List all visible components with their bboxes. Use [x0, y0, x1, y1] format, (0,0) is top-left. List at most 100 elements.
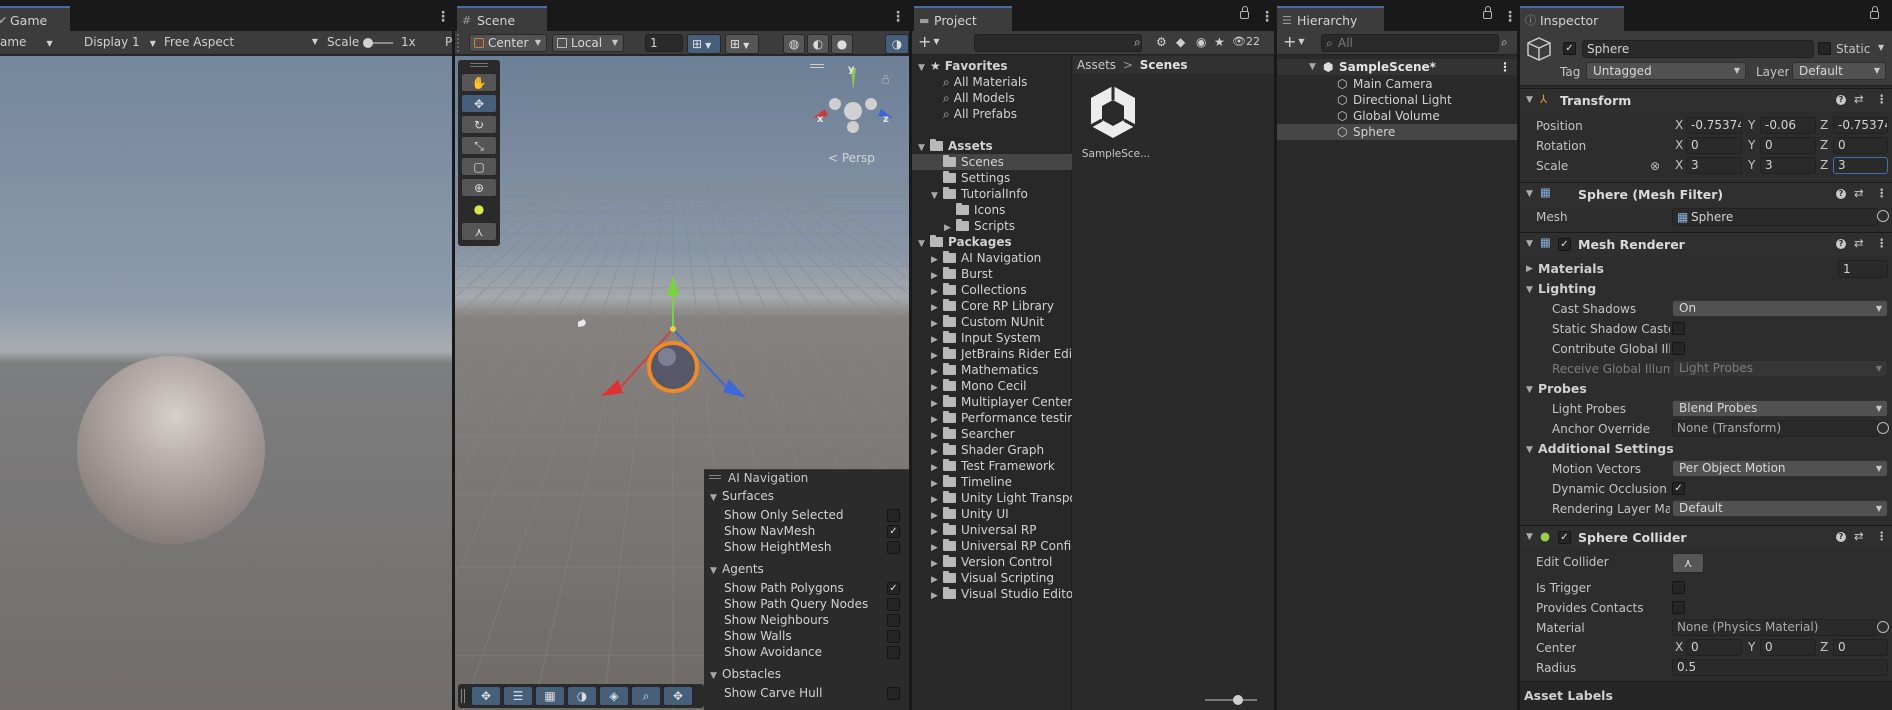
- transform-scale-y[interactable]: 3: [1760, 157, 1816, 174]
- scene-toolbar-grip[interactable]: [457, 34, 462, 52]
- gizmo-x-arrow[interactable]: [601, 380, 623, 396]
- favorites-icon[interactable]: ★: [1214, 35, 1225, 49]
- transform-position-label[interactable]: Position: [1536, 118, 1583, 134]
- chevron-right-icon[interactable]: ▶: [931, 524, 943, 538]
- component-menu-icon[interactable]: ⋮: [1876, 92, 1888, 106]
- chevron-right-icon[interactable]: ▶: [1526, 264, 1533, 274]
- transform-rotation-z[interactable]: 0: [1833, 137, 1888, 154]
- shaded-wire-button[interactable]: ◐: [807, 34, 829, 54]
- chevron-down-icon[interactable]: ▼: [1309, 59, 1321, 75]
- constrain-proportions-icon[interactable]: ⊗: [1650, 158, 1660, 174]
- chevron-down-icon[interactable]: ▼: [918, 236, 930, 250]
- chevron-right-icon[interactable]: ▶: [931, 316, 943, 330]
- ai-nav-option[interactable]: Show Only Selected: [724, 507, 904, 523]
- tab-inspector[interactable]: ⓘ Inspector: [1520, 6, 1624, 31]
- chevron-down-icon[interactable]: ▼: [1526, 385, 1533, 395]
- static-shadow-caster-checkbox[interactable]: [1672, 322, 1685, 335]
- project-tree-item[interactable]: ▶ Mathematics: [912, 362, 1072, 378]
- scene-viewport[interactable]: Y X Z < Persp ✋ ✥ ↻ ⤡ ▢ ⊕ ● ⋏ AI Navigat…: [455, 56, 909, 710]
- cast-shadows-dropdown[interactable]: On ▼: [1672, 300, 1888, 317]
- chevron-down-icon[interactable]: ▼: [931, 188, 943, 202]
- radius-field[interactable]: 0.5: [1672, 659, 1888, 676]
- rendering-layer-dropdown[interactable]: Default ▼: [1672, 500, 1888, 517]
- game-toolbar-overflow[interactable]: P: [445, 35, 452, 49]
- filter-by-type-icon[interactable]: ⚙: [1156, 35, 1167, 49]
- mesh-renderer-enabled-checkbox[interactable]: ✓: [1558, 238, 1571, 251]
- tag-dropdown[interactable]: Untagged ▼: [1586, 62, 1746, 80]
- game-menu-icon[interactable]: ⋮: [436, 9, 450, 25]
- icon-size-slider[interactable]: [1205, 695, 1257, 705]
- scale-slider[interactable]: [363, 38, 393, 48]
- additional-settings-label[interactable]: Additional Settings: [1538, 441, 1674, 456]
- tab-hierarchy[interactable]: ☰ Hierarchy: [1277, 6, 1384, 31]
- overlay-settings-button[interactable]: ☰: [503, 686, 533, 706]
- transform-position-x[interactable]: -0.75374: [1686, 117, 1742, 134]
- project-tree-item[interactable]: ▶ Shader Graph: [912, 442, 1072, 458]
- project-tree-item[interactable]: ▶ Universal RP Config: [912, 538, 1072, 554]
- ai-nav-option-checkbox[interactable]: ✓: [887, 582, 900, 595]
- project-tree-item[interactable]: ▶ Mono Cecil: [912, 378, 1072, 394]
- motion-vectors-dropdown[interactable]: Per Object Motion ▼: [1672, 460, 1888, 477]
- transform-rotation-label[interactable]: Rotation: [1536, 138, 1586, 154]
- shaded-button[interactable]: ●: [831, 34, 853, 54]
- asset-labels-bar[interactable]: Asset Labels: [1520, 681, 1892, 710]
- project-tree-item[interactable]: ▶ Collections: [912, 282, 1072, 298]
- provides-contacts-checkbox[interactable]: [1672, 601, 1685, 614]
- transform-position-z[interactable]: -0.75374: [1833, 117, 1888, 134]
- transform-rotation-x[interactable]: 0: [1686, 137, 1742, 154]
- ai-nav-option-checkbox[interactable]: [887, 630, 900, 643]
- chevron-down-icon[interactable]: ▼: [1526, 532, 1533, 542]
- physics-material-field[interactable]: None (Physics Material): [1672, 619, 1878, 636]
- chevron-right-icon[interactable]: ▶: [931, 284, 943, 298]
- rotate-tool-button[interactable]: ↻: [461, 115, 497, 134]
- overlay-shading-button[interactable]: ◑: [567, 686, 597, 706]
- scene-asset[interactable]: SampleSce...: [1082, 84, 1150, 164]
- chevron-right-icon[interactable]: ▶: [931, 396, 943, 410]
- hand-tool-button[interactable]: ✋: [461, 73, 497, 92]
- ai-nav-option-checkbox[interactable]: [887, 614, 900, 627]
- chevron-right-icon[interactable]: ▶: [931, 364, 943, 378]
- project-tree-item[interactable]: ▶ Performance testing API: [912, 410, 1072, 426]
- hierarchy-item[interactable]: ⬡ Main Camera: [1277, 76, 1517, 92]
- scale-slider-handle[interactable]: [363, 38, 373, 48]
- gizmo-y-arrow[interactable]: [667, 276, 679, 296]
- y-axis-label[interactable]: Y: [1748, 138, 1755, 152]
- project-tree-item[interactable]: ▶ AI Navigation: [912, 250, 1072, 266]
- hierarchy-item[interactable]: ⬡ Directional Light: [1277, 92, 1517, 108]
- wireframe-shading-button[interactable]: ◍: [783, 34, 805, 54]
- help-icon[interactable]: ?: [1836, 532, 1846, 542]
- ai-nav-option-checkbox[interactable]: ✓: [887, 525, 900, 538]
- breadcrumb-assets[interactable]: Assets: [1077, 58, 1116, 72]
- ai-nav-option-checkbox[interactable]: [887, 687, 900, 700]
- overlay-move-button[interactable]: ✥: [471, 686, 501, 706]
- ai-nav-option-checkbox[interactable]: [887, 646, 900, 659]
- component-menu-icon[interactable]: ⋮: [1876, 236, 1888, 250]
- space-dropdown[interactable]: Local ▼: [552, 34, 624, 52]
- chevron-down-icon[interactable]: ▼: [918, 140, 930, 154]
- project-tree-item[interactable]: ⌕ All Materials: [912, 74, 1072, 90]
- component-menu-icon[interactable]: ⋮: [1876, 186, 1888, 200]
- persp-label[interactable]: < Persp: [828, 151, 875, 165]
- help-icon[interactable]: ?: [1836, 189, 1846, 199]
- move-tool-button[interactable]: ✥: [461, 94, 497, 113]
- tab-game[interactable]: ✔ Game: [0, 6, 70, 31]
- ai-nav-option-checkbox[interactable]: [887, 541, 900, 554]
- project-tree-item[interactable]: ▶ Visual Scripting: [912, 570, 1072, 586]
- y-axis-label[interactable]: Y: [1748, 158, 1755, 172]
- sphere-collider-header[interactable]: ▼ ● ✓ Sphere Collider ? ⇄ ⋮: [1520, 525, 1892, 549]
- hierarchy-search-input[interactable]: ⌕ All: [1321, 34, 1499, 52]
- x-axis-label[interactable]: X: [1675, 118, 1683, 132]
- transform-tool-button[interactable]: ⊕: [461, 178, 497, 197]
- center-z-label[interactable]: Z: [1820, 640, 1828, 654]
- ai-nav-option-checkbox[interactable]: [887, 509, 900, 522]
- project-tree-item[interactable]: ▶ Custom NUnit: [912, 314, 1072, 330]
- chevron-right-icon[interactable]: ▶: [931, 476, 943, 490]
- chevron-down-icon[interactable]: ▼: [1526, 239, 1533, 249]
- aspect-dropdown[interactable]: Free Aspect ▼: [164, 35, 318, 49]
- x-axis-label[interactable]: X: [1675, 158, 1683, 172]
- grid-size-field[interactable]: 1: [645, 34, 683, 52]
- render-mode-button[interactable]: ◑: [885, 34, 909, 54]
- lock-icon[interactable]: [1240, 6, 1249, 19]
- breadcrumb-scenes[interactable]: Scenes: [1140, 58, 1188, 72]
- icon-size-slider-handle[interactable]: [1233, 695, 1243, 705]
